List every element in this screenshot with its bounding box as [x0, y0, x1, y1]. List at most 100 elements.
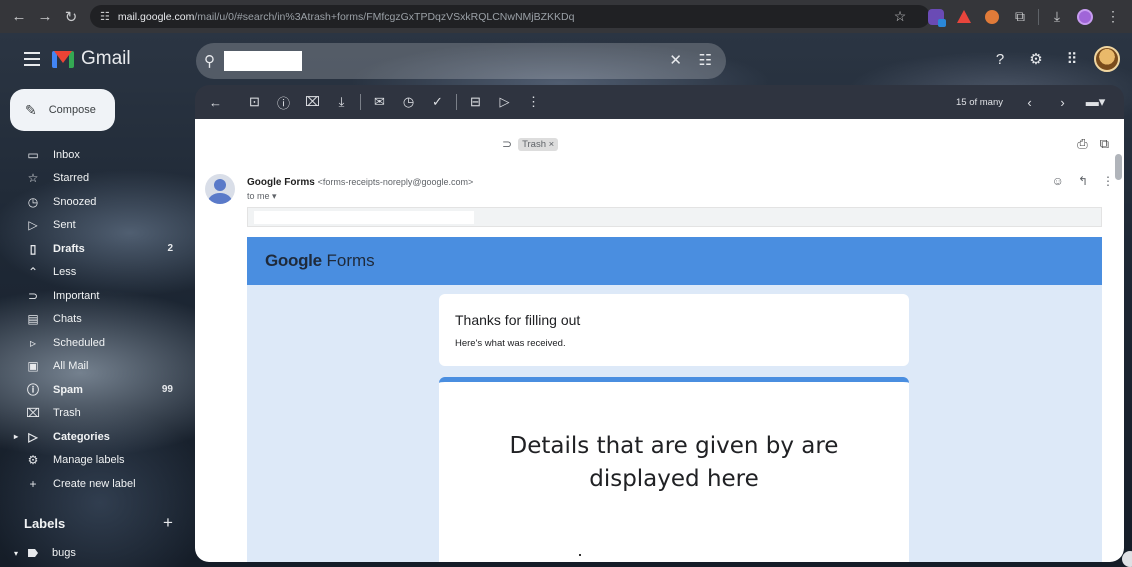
- message-pane: ← ⊡ ⓘ ⌧ ⤓ ✉ ◷ ✓ ⊟ ▷ ⋮ 15 of many ‹ › ▬▾ …: [195, 85, 1124, 562]
- details-line-2: displayed here: [589, 466, 759, 492]
- newer-chevron-icon[interactable]: ‹: [1015, 89, 1044, 115]
- trash-label-chip[interactable]: Trash ×: [518, 137, 559, 151]
- delete-forever-icon[interactable]: ⌧: [298, 89, 327, 115]
- forms-receipt-body: Thanks for filling out Here's what was r…: [247, 285, 1102, 562]
- sidebar-item-label: Starred: [53, 172, 90, 185]
- sidebar-item-manage-labels[interactable]: ⚙ Manage labels: [0, 449, 185, 473]
- sidebar-label-bugs[interactable]: ▾ bugs: [0, 543, 76, 563]
- sender-email: <forms-receipts-noreply@google.com>: [317, 177, 474, 187]
- search-options-icon[interactable]: ☷: [699, 51, 712, 69]
- main-menu-icon[interactable]: [24, 52, 40, 66]
- extensions-puzzle-icon[interactable]: ⧉: [1007, 4, 1033, 30]
- profile-icon[interactable]: [1072, 4, 1098, 30]
- add-task-icon[interactable]: ✓: [423, 89, 452, 115]
- older-chevron-icon[interactable]: ›: [1048, 89, 1077, 115]
- help-icon[interactable]: ?: [986, 45, 1014, 73]
- thread-actions: ⎙ ⧉: [1077, 136, 1109, 152]
- compose-button[interactable]: ✎ Compose: [10, 89, 115, 131]
- sender-name: Google Forms: [247, 177, 315, 188]
- sidebar-item-drafts[interactable]: ▯ Drafts 2: [0, 237, 185, 261]
- snooze-icon[interactable]: ◷: [394, 89, 423, 115]
- more-message-options-icon[interactable]: ⋮: [1102, 174, 1114, 188]
- sidebar-item-inbox[interactable]: ▭ Inbox: [0, 143, 185, 167]
- extension-warning-icon[interactable]: [951, 4, 977, 30]
- extension-fox-icon[interactable]: [979, 4, 1005, 30]
- sidebar-item-label: Create new label: [53, 477, 136, 490]
- expand-caret-icon[interactable]: ▾: [14, 549, 18, 558]
- extension-icon[interactable]: [923, 4, 949, 30]
- message-actions: ☺ ↰ ⋮: [1052, 174, 1114, 188]
- recipient-details-toggle[interactable]: to me ▾: [247, 191, 277, 202]
- add-label-icon[interactable]: +: [163, 513, 173, 533]
- print-icon[interactable]: ⎙: [1077, 136, 1087, 152]
- emoji-react-icon[interactable]: ☺: [1052, 174, 1064, 188]
- gmail-m-icon: [52, 50, 74, 68]
- sidebar-item-label: Chats: [53, 313, 82, 326]
- browser-actions: ☆ ⧉ ⤓ ⋮: [887, 0, 1132, 33]
- pencil-icon: ✎: [25, 101, 37, 118]
- label-icon[interactable]: ▷: [490, 89, 519, 115]
- message-toolbar: ← ⊡ ⓘ ⌧ ⤓ ✉ ◷ ✓ ⊟ ▷ ⋮ 15 of many ‹ › ▬▾: [195, 85, 1124, 119]
- sidebar-item-trash[interactable]: ⌧ Trash: [0, 402, 185, 426]
- side-panel-toggle[interactable]: [1122, 551, 1132, 567]
- important-icon: ⊃: [27, 288, 39, 303]
- sidebar-item-categories[interactable]: ▸ ▷ Categories: [0, 425, 185, 449]
- sidebar-item-label: Spam: [53, 383, 83, 396]
- report-spam-icon[interactable]: ⓘ: [269, 89, 298, 115]
- sidebar-item-label: Drafts: [53, 242, 85, 255]
- move-to-icon[interactable]: ⤓: [327, 89, 356, 115]
- open-new-window-icon[interactable]: ⧉: [1100, 136, 1109, 152]
- gmail-logo[interactable]: Gmail: [52, 48, 131, 70]
- trash-icon: ⌧: [26, 406, 40, 421]
- stray-dot: [579, 554, 581, 556]
- response-details-card: Details that are given by are displayed …: [439, 377, 909, 562]
- sidebar-item-snoozed[interactable]: ◷ Snoozed: [0, 190, 185, 214]
- account-avatar[interactable]: [1094, 46, 1120, 72]
- reload-icon[interactable]: ↻: [58, 4, 84, 30]
- sidebar-item-chats[interactable]: ▤ Chats: [0, 308, 185, 332]
- search-icon[interactable]: ⚲: [204, 52, 224, 70]
- site-settings-icon[interactable]: ☷: [100, 10, 110, 23]
- move-to-inbox-icon[interactable]: ⊡: [240, 89, 269, 115]
- address-bar[interactable]: ☷ mail.google.com/mail/u/0/#search/in%3A…: [90, 5, 930, 28]
- sidebar-item-spam[interactable]: ⓘ Spam 99: [0, 378, 185, 402]
- more-options-icon[interactable]: ⋮: [519, 89, 548, 115]
- move-to-folder-icon[interactable]: ⊟: [461, 89, 490, 115]
- sidebar-item-sent[interactable]: ▷ Sent: [0, 214, 185, 238]
- sidebar-item-label: All Mail: [53, 360, 89, 373]
- bookmark-star-icon[interactable]: ☆: [887, 4, 913, 30]
- search-input[interactable]: [224, 51, 302, 71]
- browser-menu-icon[interactable]: ⋮: [1100, 4, 1126, 30]
- spam-count: 99: [161, 384, 173, 396]
- back-to-list-icon[interactable]: ←: [201, 89, 230, 115]
- reply-icon[interactable]: ↰: [1078, 174, 1088, 188]
- message-scrollbar[interactable]: [1115, 154, 1122, 180]
- toolbar-divider: [360, 94, 361, 110]
- clock-icon: ◷: [27, 194, 39, 209]
- sidebar-item-scheduled[interactable]: ▹ Scheduled: [0, 331, 185, 355]
- sidebar-item-less[interactable]: ⌃ Less: [0, 261, 185, 285]
- important-marker-icon[interactable]: ⊃: [502, 137, 512, 151]
- redacted-area: [247, 207, 1102, 227]
- toolbar-divider: [1038, 8, 1039, 25]
- sender-avatar: [205, 174, 235, 204]
- back-arrow-icon[interactable]: ←: [6, 4, 32, 30]
- search-bar[interactable]: ⚲ ✕ ☷: [196, 43, 726, 79]
- sidebar-item-create-label[interactable]: + Create new label: [0, 472, 185, 496]
- input-tools-icon[interactable]: ▬▾: [1081, 89, 1110, 115]
- drafts-count: 2: [167, 243, 173, 255]
- download-icon[interactable]: ⤓: [1044, 4, 1070, 30]
- mark-unread-icon[interactable]: ✉: [365, 89, 394, 115]
- clear-search-icon[interactable]: ✕: [669, 51, 682, 69]
- forms-logo-forms: Forms: [326, 251, 375, 270]
- settings-gear-icon[interactable]: ⚙: [1022, 45, 1050, 73]
- label-outline-icon: ▷: [28, 429, 38, 444]
- sidebar-item-important[interactable]: ⊃ Important: [0, 284, 185, 308]
- apps-grid-icon[interactable]: ⠿: [1058, 45, 1086, 73]
- chevron-up-icon: ⌃: [27, 265, 39, 280]
- inbox-icon: ▭: [27, 147, 39, 162]
- sidebar-item-all-mail[interactable]: ▣ All Mail: [0, 355, 185, 379]
- forward-arrow-icon[interactable]: →: [32, 4, 58, 30]
- expand-caret-icon[interactable]: ▸: [14, 432, 18, 441]
- sidebar-item-starred[interactable]: ☆ Starred: [0, 167, 185, 191]
